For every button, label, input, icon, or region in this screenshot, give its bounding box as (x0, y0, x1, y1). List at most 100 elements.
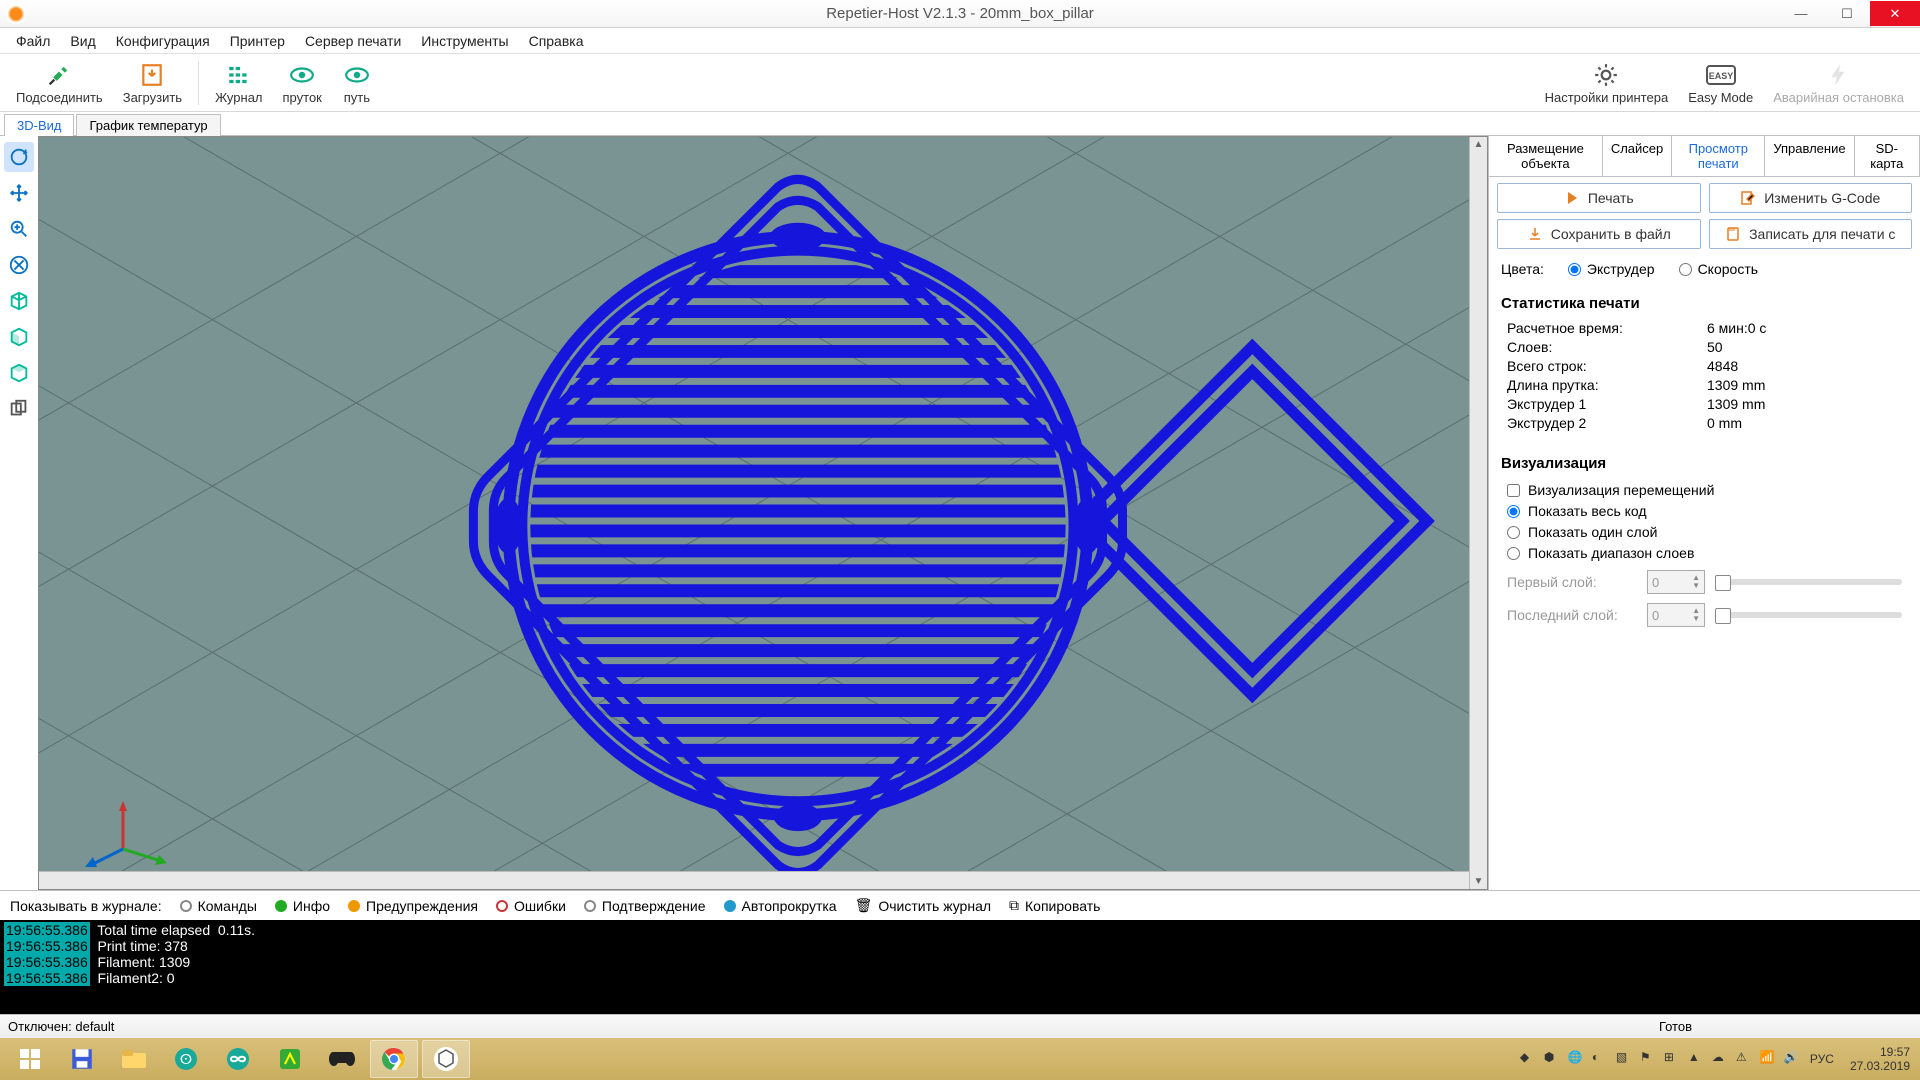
3d-canvas[interactable] (38, 136, 1488, 890)
tab-sd-card[interactable]: SD-карта (1855, 136, 1920, 176)
svg-text:ⵙ: ⵙ (180, 1051, 192, 1067)
path-button[interactable]: путь (332, 56, 382, 110)
gear-icon (1591, 61, 1621, 89)
printer-settings-button[interactable]: Настройки принтера (1535, 56, 1679, 110)
taskbar-save-icon[interactable] (58, 1040, 106, 1078)
pan-tool[interactable] (4, 178, 34, 208)
tab-manual-control[interactable]: Управление (1765, 136, 1854, 176)
save-to-file-button[interactable]: Сохранить в файл (1497, 219, 1701, 249)
tray-network-icon[interactable]: 📶 (1760, 1050, 1778, 1068)
menu-view[interactable]: Вид (60, 30, 105, 52)
taskbar-chrome[interactable] (370, 1040, 418, 1078)
filament-button[interactable]: пруток (273, 56, 332, 110)
taskbar-arduino[interactable] (214, 1040, 262, 1078)
load-button[interactable]: Загрузить (113, 56, 192, 110)
zoom-fit-tool[interactable] (4, 250, 34, 280)
tray-icon[interactable]: ▲ (1688, 1050, 1706, 1068)
taskbar-app-2[interactable] (266, 1040, 314, 1078)
tray-icon[interactable]: ⚑ (1640, 1050, 1658, 1068)
close-button[interactable]: ✕ (1870, 1, 1920, 26)
log-filter-commands[interactable]: Команды (180, 898, 257, 914)
tray-icon[interactable]: ⊞ (1664, 1050, 1682, 1068)
radio-show-all[interactable]: Показать весь код (1507, 503, 1902, 519)
menu-file[interactable]: Файл (6, 30, 60, 52)
log-copy-button[interactable]: ⧉Копировать (1009, 897, 1100, 914)
vertical-scrollbar[interactable] (1469, 137, 1487, 889)
iso-view-tool[interactable] (4, 286, 34, 316)
tray-icon[interactable]: ⬢ (1544, 1050, 1562, 1068)
parallel-tool[interactable] (4, 394, 34, 424)
load-icon (137, 61, 167, 89)
log-clear-button[interactable]: 🗑Очистить журнал (855, 897, 991, 914)
right-panel: Размещение объекта Слайсер Просмотр печа… (1488, 136, 1920, 890)
axis-gizmo (83, 799, 173, 869)
edit-gcode-button[interactable]: Изменить G-Code (1709, 183, 1913, 213)
log-button[interactable]: Журнал (205, 56, 272, 110)
tray-icon[interactable]: ▧ (1616, 1050, 1634, 1068)
menu-config[interactable]: Конфигурация (106, 30, 220, 52)
log-filter-ack[interactable]: Подтверждение (584, 898, 706, 914)
save-for-sd-button[interactable]: Записать для печати с (1709, 219, 1913, 249)
svg-text:EASY: EASY (1708, 71, 1733, 81)
stats-title: Статистика печати (1497, 295, 1912, 312)
tray-icon[interactable]: ⚠ (1736, 1050, 1754, 1068)
view-toolbar (0, 136, 38, 890)
emergency-stop-button[interactable]: Аварийная остановка (1763, 56, 1914, 110)
taskbar-explorer[interactable] (110, 1040, 158, 1078)
connect-button[interactable]: Подсоединить (6, 56, 113, 110)
tab-temperature-chart[interactable]: График температур (76, 114, 220, 136)
window-titlebar: Repetier-Host V2.1.3 - 20mm_box_pillar —… (0, 0, 1920, 28)
tab-3d-view[interactable]: 3D-Вид (4, 114, 74, 136)
maximize-button[interactable]: ☐ (1824, 1, 1870, 26)
menu-tools[interactable]: Инструменты (411, 30, 518, 52)
radio-color-speed[interactable]: Скорость (1679, 261, 1758, 277)
content-area: Размещение объекта Слайсер Просмотр печа… (0, 136, 1920, 890)
first-layer-slider[interactable] (1715, 579, 1902, 585)
log-autoscroll[interactable]: Автопрокрутка (724, 898, 837, 914)
last-layer-spinner[interactable]: 0▲▼ (1647, 603, 1705, 627)
print-button[interactable]: Печать (1497, 183, 1701, 213)
plug-icon (44, 61, 74, 89)
tab-object-placement[interactable]: Размещение объекта (1489, 136, 1603, 176)
log-filter-info[interactable]: Инфо (275, 898, 330, 914)
taskbar-app-1[interactable]: ⵙ (162, 1040, 210, 1078)
tray-clock[interactable]: 19:57 27.03.2019 (1850, 1045, 1910, 1074)
first-layer-spinner[interactable]: 0▲▼ (1647, 570, 1705, 594)
tray-volume-icon[interactable]: 🔊 (1784, 1050, 1802, 1068)
radio-show-range[interactable]: Показать диапазон слоев (1507, 545, 1902, 561)
orbit-tool[interactable] (4, 142, 34, 172)
menu-printer[interactable]: Принтер (220, 30, 295, 52)
taskbar-repetier[interactable] (422, 1040, 470, 1078)
stats-table: Расчетное время:6 мин:0 с Слоев:50 Всего… (1497, 318, 1912, 433)
tray-icon[interactable]: ☁ (1712, 1050, 1730, 1068)
horizontal-scrollbar[interactable] (39, 871, 1469, 889)
front-view-tool[interactable] (4, 322, 34, 352)
log-show-label: Показывать в журнале: (10, 898, 162, 914)
menu-print-server[interactable]: Сервер печати (295, 30, 411, 52)
last-layer-slider[interactable] (1715, 612, 1902, 618)
tray-language[interactable]: РУС (1810, 1052, 1834, 1066)
status-bar: Отключен: default Готов (0, 1014, 1920, 1038)
radio-show-one-layer[interactable]: Показать один слой (1507, 524, 1902, 540)
easy-mode-button[interactable]: EASY Easy Mode (1678, 56, 1763, 110)
log-filter-errors[interactable]: Ошибки (496, 898, 566, 914)
log-filter-warnings[interactable]: Предупреждения (348, 898, 478, 914)
minimize-button[interactable]: — (1778, 1, 1824, 26)
log-panel[interactable]: 19:56:55.386 Total time elapsed 0.11s.19… (0, 920, 1920, 1014)
window-controls: — ☐ ✕ (1778, 1, 1920, 26)
taskbar-gamepad[interactable] (318, 1040, 366, 1078)
menu-help[interactable]: Справка (519, 30, 594, 52)
tray-icon[interactable]: ◐ (1592, 1050, 1610, 1068)
status-ready: Готов (1659, 1019, 1692, 1034)
view-tabstrip: 3D-Вид График температур (0, 112, 1920, 136)
tray-icon[interactable]: ◆ (1520, 1050, 1538, 1068)
top-view-tool[interactable] (4, 358, 34, 388)
tab-print-preview[interactable]: Просмотр печати (1672, 136, 1765, 176)
colors-label: Цвета: (1501, 261, 1544, 277)
start-button[interactable] (6, 1040, 54, 1078)
tray-icon[interactable]: 🌐 (1568, 1050, 1586, 1068)
zoom-tool[interactable] (4, 214, 34, 244)
checkbox-travel-moves[interactable]: Визуализация перемещений (1507, 482, 1902, 498)
radio-color-extruder[interactable]: Экструдер (1568, 261, 1655, 277)
tab-slicer[interactable]: Слайсер (1603, 136, 1672, 176)
